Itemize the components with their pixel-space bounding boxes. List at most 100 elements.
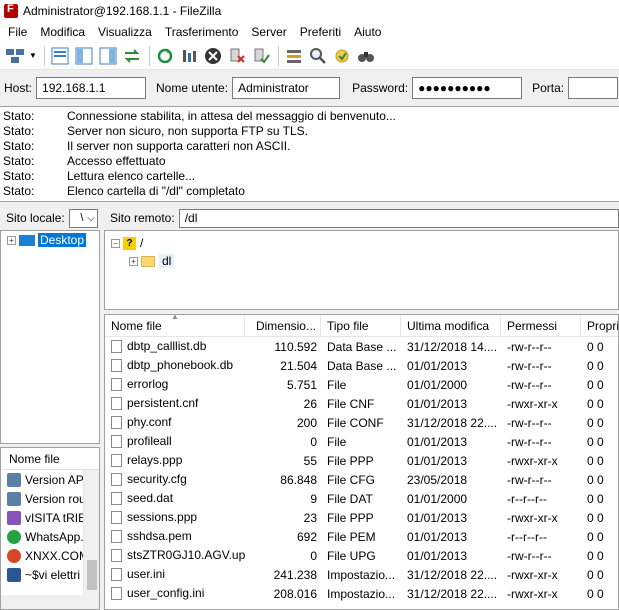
file-owner: 0 0	[587, 434, 604, 449]
file-name-cell: user.ini	[105, 567, 245, 581]
menu-modifica[interactable]: Modifica	[35, 25, 90, 39]
toggle-remote-tree-icon[interactable]	[97, 45, 119, 67]
disconnect-icon[interactable]	[226, 45, 248, 67]
port-input[interactable]	[568, 77, 619, 99]
transfer-queue-icon[interactable]	[121, 45, 143, 67]
file-permissions: -rw-r--r--	[507, 434, 552, 449]
table-row[interactable]: stsZTR0GJ10.AGV.upg 0 File UPG 01/01/2013 -r…	[105, 546, 618, 565]
toolbar-divider	[278, 45, 279, 66]
desktop-icon	[19, 234, 35, 246]
local-site-value: \	[80, 212, 84, 224]
site-manager-dropdown-icon[interactable]: ▼	[28, 45, 38, 67]
toggle-log-icon[interactable]	[49, 45, 71, 67]
file-name-cell: errorlog	[105, 377, 245, 391]
tree-item-desktop[interactable]: + Desktop	[1, 231, 99, 249]
host-label: Host:	[4, 81, 33, 95]
remote-directory-tree[interactable]: − ? / + dl	[104, 230, 619, 310]
local-site-bar: Sito locale: \ ⌵	[0, 207, 100, 229]
file-size: 0	[310, 548, 317, 563]
remote-path-input[interactable]: /dl	[178, 208, 619, 228]
tree-item-root[interactable]: − ? /	[105, 234, 618, 252]
file-name: phy.conf	[127, 415, 172, 430]
menu-preferiti[interactable]: Preferiti	[295, 25, 346, 39]
chevron-down-icon[interactable]: ⌵	[87, 213, 95, 224]
table-row[interactable]: profileall 0 File 01/01/2013 -rw-r--r-- 0 0	[105, 432, 618, 451]
username-input[interactable]	[232, 77, 341, 99]
file-name-cell: relays.ppp	[105, 453, 245, 467]
table-row[interactable]: user.ini 241.238 Impostazio... 31/12/2018 2…	[105, 565, 618, 584]
local-file-list[interactable]: Nome file Version AP Version rou vISITA …	[0, 447, 100, 610]
local-list-horizontal-scrollbar[interactable]	[1, 595, 85, 609]
menu-trasferimento[interactable]: Trasferimento	[160, 25, 244, 39]
file-owner: 0 0	[587, 529, 604, 544]
file-type: File CNF	[327, 396, 375, 411]
file-name: dbtp_calllist.db	[127, 339, 207, 354]
file-permissions: -r--r--r--	[507, 491, 547, 506]
file-type: Impostazio...	[327, 586, 396, 601]
file-modified: 01/01/2000	[407, 491, 468, 506]
menu-server[interactable]: Server	[246, 25, 291, 39]
table-row[interactable]: user_config.ini 208.016 Impostazio... 31/12…	[105, 584, 618, 603]
reconnect-icon[interactable]	[250, 45, 272, 67]
menu-visualizza[interactable]: Visualizza	[93, 25, 157, 39]
file-name: security.cfg	[127, 472, 187, 487]
toggle-local-tree-icon[interactable]	[73, 45, 95, 67]
table-row[interactable]: sessions.ppp 23 File PPP 01/01/2013 -rwxr-xr…	[105, 508, 618, 527]
refresh-icon[interactable]	[154, 45, 176, 67]
file-type: File CFG	[327, 472, 375, 487]
column-header-permissions[interactable]: Permessi	[501, 315, 581, 337]
table-row[interactable]: errorlog 5.751 File 01/01/2000 -rw-r--r-- 0 0	[105, 375, 618, 394]
local-list-scrollbar[interactable]	[83, 470, 99, 609]
file-modified: 01/01/2000	[407, 377, 468, 392]
tree-item-dl[interactable]: + dl	[105, 252, 618, 270]
remote-rows: dbtp_calllist.db 110.592 Data Base ... 31/1…	[105, 337, 618, 603]
file-permissions: -rwxr-xr-x	[507, 453, 558, 468]
process-queue-icon[interactable]	[178, 45, 200, 67]
table-row[interactable]: sshdsa.pem 692 File PEM 01/01/2013 -r--r--r-…	[105, 527, 618, 546]
scroll-thumb[interactable]	[87, 560, 97, 590]
host-input[interactable]	[36, 77, 147, 99]
column-header-size[interactable]: Dimensio...	[245, 315, 321, 337]
local-directory-tree[interactable]: + Desktop	[0, 230, 100, 444]
file-type: File DAT	[327, 491, 373, 506]
collapse-icon[interactable]: −	[111, 238, 120, 248]
search-files-icon[interactable]	[355, 45, 377, 67]
password-input[interactable]	[412, 77, 523, 99]
file-size: 110.592	[274, 339, 318, 354]
cancel-operation-icon[interactable]	[202, 45, 224, 67]
compare-directories-icon[interactable]	[307, 45, 329, 67]
table-row[interactable]: persistent.cnf 26 File CNF 01/01/2013 -rwxr-…	[105, 394, 618, 413]
table-row[interactable]: phy.conf 200 File CONF 31/12/2018 22.... -rw…	[105, 413, 618, 432]
file-size: 692	[296, 529, 317, 544]
toolbar: ▼	[0, 42, 619, 70]
local-column-header-name[interactable]: Nome file	[1, 448, 99, 470]
port-label: Porta:	[532, 81, 565, 95]
file-name: relays.ppp	[127, 453, 183, 468]
file-modified: 31/12/2018 14....	[407, 339, 498, 354]
expand-icon[interactable]: +	[7, 235, 16, 245]
remote-file-list[interactable]: ▲ Nome file Dimensio... Tipo file Ultima…	[104, 314, 619, 610]
menu-file[interactable]: File	[3, 25, 32, 39]
file-name-cell: persistent.cnf	[105, 396, 245, 410]
local-site-select[interactable]: \ ⌵	[68, 208, 98, 228]
tree-item-label: dl	[159, 254, 175, 268]
column-header-owner[interactable]: Propri	[581, 315, 618, 337]
table-row[interactable]: relays.ppp 55 File PPP 01/01/2013 -rwxr-xr-x…	[105, 451, 618, 470]
table-row[interactable]: dbtp_calllist.db 110.592 Data Base ... 31/1…	[105, 337, 618, 356]
file-modified: 01/01/2013	[407, 453, 468, 468]
table-row[interactable]: dbtp_phonebook.db 21.504 Data Base ... 01/0…	[105, 356, 618, 375]
expand-icon[interactable]: +	[129, 256, 138, 266]
directory-listing-filters-icon[interactable]	[283, 45, 305, 67]
table-row[interactable]: security.cfg 86.848 File CFG 23/05/2018 -rw-…	[105, 470, 618, 489]
menu-bar: File Modifica Visualizza Trasferimento S…	[0, 22, 619, 42]
menu-aiuto[interactable]: Aiuto	[349, 25, 386, 39]
file-owner: 0 0	[587, 491, 604, 506]
file-permissions: -rw-r--r--	[507, 377, 552, 392]
table-row[interactable]: seed.dat 9 File DAT 01/01/2000 -r--r--r-- 0 0	[105, 489, 618, 508]
file-icon	[111, 415, 122, 429]
site-manager-icon[interactable]	[4, 45, 26, 67]
column-header-type[interactable]: Tipo file	[321, 315, 401, 337]
synchronized-browsing-icon[interactable]	[331, 45, 353, 67]
column-header-modified[interactable]: Ultima modifica	[401, 315, 501, 337]
file-icon	[111, 510, 122, 524]
